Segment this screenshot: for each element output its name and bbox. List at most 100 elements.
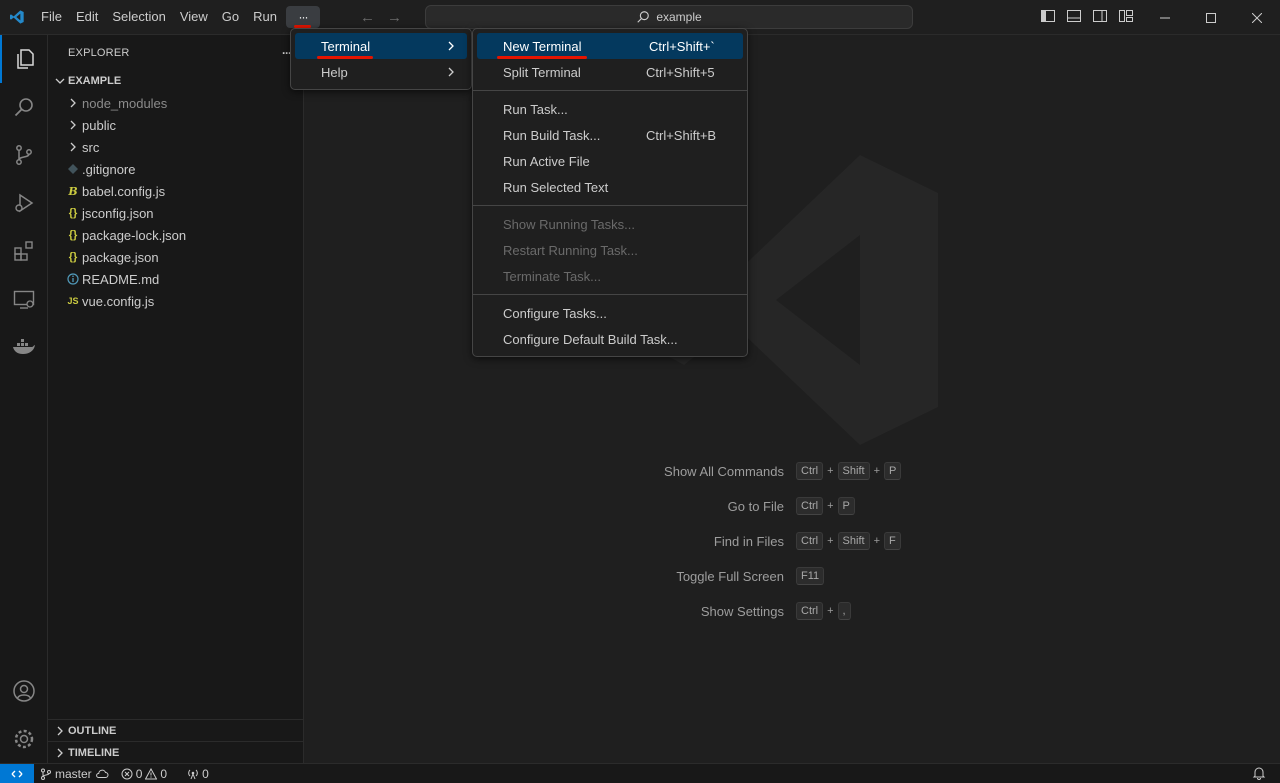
- remote-explorer-icon: [13, 290, 35, 309]
- forward-arrow-icon[interactable]: →: [387, 9, 402, 26]
- menu-item-label: Run Build Task...: [503, 127, 601, 143]
- back-arrow-icon[interactable]: ←: [360, 9, 375, 26]
- workspace-folder-header[interactable]: EXAMPLE: [48, 70, 303, 92]
- chevron-right-icon: [52, 748, 68, 758]
- outline-section-header[interactable]: OUTLINE: [48, 719, 303, 741]
- tree-item-node-modules[interactable]: node_modules: [48, 92, 303, 114]
- tree-item-vue-config[interactable]: JS vue.config.js: [48, 290, 303, 312]
- menu-item-label: Configure Tasks...: [503, 305, 607, 321]
- timeline-title: TIMELINE: [68, 746, 120, 759]
- warning-icon: [145, 767, 158, 779]
- outline-title: OUTLINE: [68, 724, 117, 737]
- error-count: 0: [135, 766, 143, 781]
- tree-item-public[interactable]: public: [48, 114, 303, 136]
- menu-item-help[interactable]: Help: [295, 59, 467, 85]
- nav-arrows: ← →: [360, 9, 402, 26]
- overflow-menu: Terminal Help: [290, 28, 472, 90]
- toggle-primary-sidebar-icon[interactable]: [1040, 8, 1056, 24]
- accounts-button[interactable]: [0, 667, 48, 715]
- chevron-right-icon: [64, 120, 82, 130]
- menu-run[interactable]: Run: [246, 6, 284, 28]
- extensions-tab[interactable]: [0, 227, 48, 275]
- customize-layout-icon[interactable]: [1118, 8, 1134, 24]
- layout-controls: [1040, 8, 1134, 24]
- vscode-logo-icon: [0, 0, 34, 35]
- menu-item-label: Show Running Tasks...: [503, 216, 635, 232]
- menu-item-shortcut: Ctrl+Shift+B: [646, 127, 717, 143]
- problems-status[interactable]: 0 0: [115, 767, 173, 781]
- key-cap: Shift: [837, 532, 870, 550]
- timeline-section-header[interactable]: TIMELINE: [48, 741, 303, 763]
- shortcut-row: Toggle Full Screen F11: [304, 567, 825, 585]
- menu-view[interactable]: View: [173, 6, 215, 28]
- toggle-panel-icon[interactable]: [1066, 8, 1082, 24]
- tree-item-src[interactable]: src: [48, 136, 303, 158]
- command-center-text: example: [656, 10, 702, 24]
- key-cap: ,: [837, 602, 851, 620]
- minimize-button[interactable]: [1142, 0, 1188, 35]
- tree-item-label: package.json: [82, 249, 159, 265]
- close-icon: [1252, 12, 1262, 23]
- window-controls: [1142, 0, 1280, 35]
- source-control-tab[interactable]: [0, 131, 48, 179]
- maximize-button[interactable]: [1188, 0, 1234, 35]
- shortcut-row: Go to File Ctrl + P: [304, 497, 855, 515]
- more-label: ···: [298, 10, 309, 24]
- docker-tab[interactable]: [0, 323, 48, 371]
- run-debug-tab[interactable]: [0, 179, 48, 227]
- remote-indicator[interactable]: [0, 763, 34, 783]
- manage-button[interactable]: [0, 715, 48, 763]
- menu-edit[interactable]: Edit: [69, 6, 105, 28]
- tree-item-jsconfig[interactable]: {} jsconfig.json: [48, 202, 303, 224]
- chevron-right-icon: [447, 39, 455, 54]
- minimize-icon: [1160, 17, 1170, 18]
- explorer-header: EXPLORER ···: [48, 35, 303, 70]
- toggle-secondary-sidebar-icon[interactable]: [1092, 8, 1108, 24]
- key-cap: F11: [796, 567, 825, 585]
- json-file-icon: {}: [68, 207, 78, 219]
- tree-item-label: jsconfig.json: [82, 205, 154, 221]
- menu-go[interactable]: Go: [215, 6, 246, 28]
- menu-item-terminal[interactable]: Terminal: [295, 33, 467, 59]
- tree-item-readme[interactable]: README.md: [48, 268, 303, 290]
- menu-item-label: Terminate Task...: [503, 268, 602, 284]
- menu-item-configure-default-build-task[interactable]: Configure Default Build Task...: [477, 326, 743, 352]
- menu-selection[interactable]: Selection: [105, 6, 172, 28]
- command-center-search[interactable]: example: [425, 5, 913, 29]
- menu-item-label: Run Task...: [503, 101, 568, 117]
- tree-item-package[interactable]: {} package.json: [48, 246, 303, 268]
- branch-status[interactable]: master: [34, 767, 115, 781]
- bell-icon: [1252, 767, 1266, 780]
- menu-more-button[interactable]: ···: [286, 6, 320, 28]
- menu-item-configure-tasks[interactable]: Configure Tasks...: [477, 300, 743, 326]
- explorer-tab[interactable]: [0, 35, 48, 83]
- menu-item-run-selected-text[interactable]: Run Selected Text: [477, 174, 743, 200]
- notifications-button[interactable]: [1252, 766, 1266, 783]
- key-cap: Ctrl: [796, 532, 824, 550]
- chevron-right-icon: [52, 726, 68, 736]
- tree-item-package-lock[interactable]: {} package-lock.json: [48, 224, 303, 246]
- menu-item-new-terminal[interactable]: New Terminal Ctrl+Shift+`: [477, 33, 743, 59]
- menu-item-show-running-tasks: Show Running Tasks...: [477, 211, 743, 237]
- shortcut-row: Show All Commands Ctrl + Shift + P: [304, 462, 902, 480]
- menu-item-run-active-file[interactable]: Run Active File: [477, 148, 743, 174]
- menu-file[interactable]: File: [34, 6, 69, 28]
- close-button[interactable]: [1234, 0, 1280, 35]
- tree-item-label: babel.config.js: [82, 183, 166, 199]
- search-tab[interactable]: [0, 83, 48, 131]
- tree-item-gitignore[interactable]: .gitignore: [48, 158, 303, 180]
- tree-item-label: node_modules: [82, 95, 168, 111]
- menu-item-run-build-task[interactable]: Run Build Task... Ctrl+Shift+B: [477, 122, 743, 148]
- key-cap: P: [837, 497, 855, 515]
- menu-item-label: Run Active File: [503, 153, 590, 169]
- tree-item-babel-config[interactable]: B babel.config.js: [48, 180, 303, 202]
- ports-status[interactable]: 0: [181, 767, 215, 781]
- tree-item-label: src: [82, 139, 100, 155]
- menu-item-label: Run Selected Text: [503, 179, 609, 195]
- babel-file-icon: B: [68, 184, 78, 198]
- menu-item-shortcut: Ctrl+Shift+5: [646, 64, 715, 80]
- remote-explorer-tab[interactable]: [0, 275, 48, 323]
- menu-item-run-task[interactable]: Run Task...: [477, 96, 743, 122]
- menu-item-label: Configure Default Build Task...: [503, 331, 678, 347]
- menu-item-split-terminal[interactable]: Split Terminal Ctrl+Shift+5: [477, 59, 743, 85]
